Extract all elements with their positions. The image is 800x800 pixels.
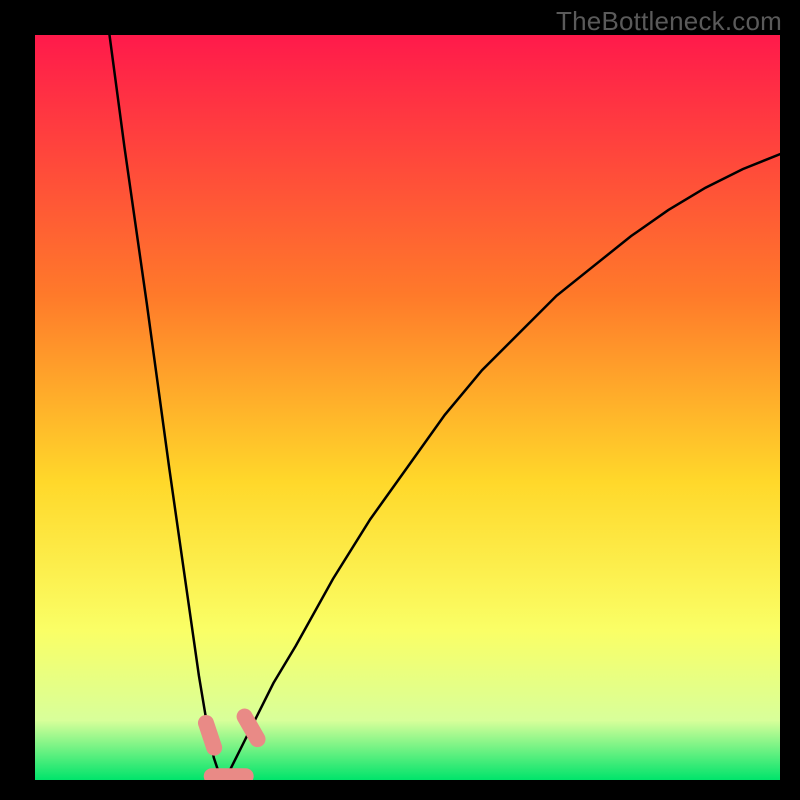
watermark-label: TheBottleneck.com [556,6,782,37]
marker-right-cluster [245,717,258,740]
gradient-background [35,35,780,780]
marker-left-cluster [206,723,214,748]
chart-area [35,35,780,780]
chart-svg [35,35,780,780]
outer-frame: TheBottleneck.com [0,0,800,800]
